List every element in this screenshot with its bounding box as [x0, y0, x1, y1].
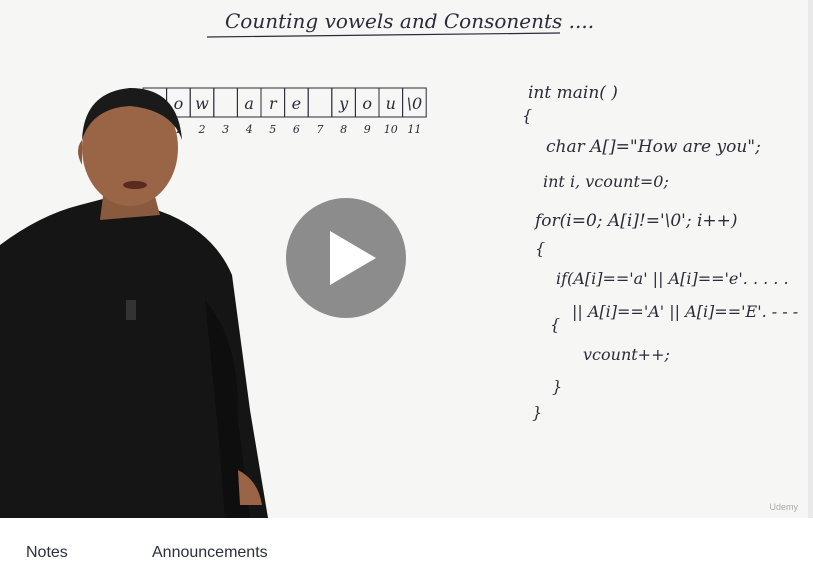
code-line: {	[550, 315, 560, 334]
array-index: 4	[245, 123, 253, 136]
video-player[interactable]: Counting vowels and Consonents .... H0o1…	[0, 0, 808, 518]
code-line: char A[]="How are you";	[546, 137, 761, 157]
array-index: 7	[317, 123, 324, 136]
tab-announcements[interactable]: Announcements	[152, 544, 268, 562]
array-index: 5	[269, 123, 276, 136]
udemy-watermark: Udemy	[769, 502, 798, 512]
presenter-mouth	[123, 181, 147, 189]
array-cell-value: r	[269, 94, 278, 113]
array-cell-value: a	[244, 94, 254, 113]
array-cell-value: o	[362, 94, 372, 113]
code-line: int main( )	[528, 83, 618, 103]
code-line: int i, vcount=0;	[543, 172, 669, 191]
code-line: {	[535, 239, 545, 258]
play-icon	[330, 231, 376, 285]
array-index: 9	[364, 123, 371, 136]
array-cell	[213, 87, 238, 118]
code-block: int main( ) { char A[]="How are you"; int i…	[522, 83, 798, 422]
presenter-mic	[126, 300, 136, 320]
array-cell-value: w	[195, 94, 209, 113]
code-line: for(i=0; A[i]!='\0'; i++)	[533, 211, 738, 231]
code-line: {	[522, 106, 532, 125]
array-index: 11	[407, 123, 421, 136]
array-cell-value: e	[292, 94, 301, 113]
array-index: 3	[222, 123, 229, 136]
array-cell-value: \0	[407, 94, 423, 113]
array-index: 10	[384, 123, 398, 136]
code-line: vcount++;	[583, 345, 670, 364]
player-edge	[808, 0, 813, 518]
board-title: Counting vowels and Consonents ....	[225, 9, 594, 33]
play-button[interactable]	[286, 198, 406, 318]
code-line: || A[i]=='A' || A[i]=='E'. - - -	[572, 302, 798, 321]
presenter	[0, 88, 268, 518]
presenter-ear	[78, 140, 82, 165]
code-line: }	[532, 403, 542, 422]
code-line: if(A[i]=='a' || A[i]=='e'. . . . .	[556, 269, 789, 288]
array-cell	[307, 87, 333, 118]
code-line: }	[552, 377, 562, 396]
array-index: 2	[198, 123, 206, 136]
array-cell-value: y	[338, 94, 349, 113]
array-cell-value: u	[386, 94, 396, 113]
tab-notes[interactable]: Notes	[26, 544, 68, 562]
title-underline	[206, 32, 561, 38]
array-cell-value: o	[174, 94, 184, 113]
lecture-tabs: Notes Announcements	[0, 518, 813, 583]
array-index: 8	[340, 123, 347, 136]
array-index: 6	[293, 123, 300, 136]
array-diagram: H0o1w23a4r5e67y8o9u10\011	[142, 87, 427, 136]
